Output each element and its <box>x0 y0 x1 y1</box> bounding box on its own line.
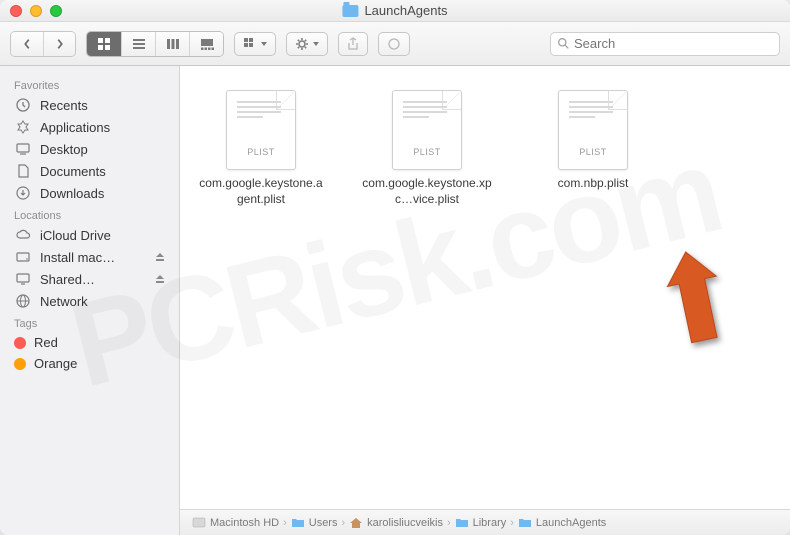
documents-icon <box>14 163 32 179</box>
path-item[interactable]: Macintosh HD <box>192 517 279 529</box>
file-name-label: com.google.keystone.agent.plist <box>196 176 326 207</box>
minimize-button[interactable] <box>30 5 42 17</box>
traffic-lights <box>10 5 62 17</box>
group-by-button[interactable] <box>234 32 276 56</box>
sidebar-item-install[interactable]: Install mac… <box>0 246 179 268</box>
tag-dot-icon <box>14 337 26 349</box>
window-title: LaunchAgents <box>364 3 447 18</box>
sidebar-item-label: iCloud Drive <box>40 228 111 243</box>
sidebar-item-label: Red <box>34 335 58 350</box>
search-input[interactable] <box>574 36 773 51</box>
sidebar: Favorites Recents Applications Desktop D… <box>0 66 180 535</box>
view-list-button[interactable] <box>121 32 155 56</box>
sidebar-item-label: Network <box>40 294 88 309</box>
sidebar-item-network[interactable]: Network <box>0 290 179 312</box>
sidebar-item-label: Desktop <box>40 142 88 157</box>
folder-icon <box>291 517 305 529</box>
forward-button[interactable] <box>43 32 75 56</box>
search-icon <box>557 37 570 50</box>
sidebar-item-label: Shared… <box>40 272 95 287</box>
globe-icon <box>14 293 32 309</box>
apps-icon <box>14 119 32 135</box>
sidebar-section-tags: Tags <box>0 312 179 332</box>
nav-group <box>10 31 76 57</box>
close-button[interactable] <box>10 5 22 17</box>
folder-icon <box>455 517 469 529</box>
path-item[interactable]: LaunchAgents <box>518 517 606 529</box>
sidebar-item-label: Orange <box>34 356 77 371</box>
path-bar: Macintosh HD › Users › karolisliucveikis… <box>180 509 790 535</box>
plist-file-icon: PLIST <box>558 90 628 170</box>
sidebar-item-label: Downloads <box>40 186 104 201</box>
annotation-arrow-icon <box>660 246 740 356</box>
home-icon <box>349 517 363 529</box>
downloads-icon <box>14 185 32 201</box>
file-item[interactable]: PLIST com.google.keystone.agent.plist <box>196 90 326 207</box>
sidebar-item-recents[interactable]: Recents <box>0 94 179 116</box>
window-title-area: LaunchAgents <box>342 3 447 18</box>
disk-icon <box>14 249 32 265</box>
maximize-button[interactable] <box>50 5 62 17</box>
finder-body: Favorites Recents Applications Desktop D… <box>0 66 790 535</box>
chevron-right-icon: › <box>341 517 345 529</box>
chevron-right-icon: › <box>283 517 287 529</box>
folder-icon <box>342 5 358 17</box>
back-button[interactable] <box>11 32 43 56</box>
plist-file-icon: PLIST <box>226 90 296 170</box>
cloud-icon <box>14 227 32 243</box>
view-switcher <box>86 31 224 57</box>
sidebar-item-label: Applications <box>40 120 110 135</box>
titlebar: LaunchAgents <box>0 0 790 22</box>
tags-button[interactable] <box>378 32 410 56</box>
view-icon-button[interactable] <box>87 32 121 56</box>
chevron-down-icon <box>313 42 319 46</box>
sidebar-section-locations: Locations <box>0 204 179 224</box>
sidebar-item-label: Install mac… <box>40 250 115 265</box>
file-grid[interactable]: PLIST com.google.keystone.agent.plist PL… <box>180 66 790 509</box>
path-item[interactable]: Users <box>291 517 338 529</box>
tag-dot-icon <box>14 358 26 370</box>
view-column-button[interactable] <box>155 32 189 56</box>
finder-window: LaunchAgents <box>0 0 790 535</box>
chevron-right-icon: › <box>510 517 514 529</box>
sidebar-item-documents[interactable]: Documents <box>0 160 179 182</box>
path-item[interactable]: karolisliucveikis <box>349 517 443 529</box>
file-item[interactable]: PLIST com.nbp.plist <box>528 90 658 192</box>
folder-icon <box>518 517 532 529</box>
sidebar-section-favorites: Favorites <box>0 74 179 94</box>
view-gallery-button[interactable] <box>189 32 223 56</box>
screen-icon <box>14 271 32 287</box>
share-button[interactable] <box>338 32 368 56</box>
action-button[interactable] <box>286 32 328 56</box>
content-area: PLIST com.google.keystone.agent.plist PL… <box>180 66 790 535</box>
sidebar-item-downloads[interactable]: Downloads <box>0 182 179 204</box>
file-item[interactable]: PLIST com.google.keystone.xpc…vice.plist <box>362 90 492 207</box>
eject-icon[interactable] <box>155 250 165 265</box>
sidebar-item-label: Recents <box>40 98 88 113</box>
disk-icon <box>192 517 206 529</box>
toolbar <box>0 22 790 66</box>
sidebar-item-desktop[interactable]: Desktop <box>0 138 179 160</box>
chevron-down-icon <box>261 42 267 46</box>
sidebar-item-applications[interactable]: Applications <box>0 116 179 138</box>
path-item[interactable]: Library <box>455 517 507 529</box>
eject-icon[interactable] <box>155 272 165 287</box>
desktop-icon <box>14 141 32 157</box>
search-field[interactable] <box>550 32 780 56</box>
file-name-label: com.nbp.plist <box>558 176 629 192</box>
chevron-right-icon: › <box>447 517 451 529</box>
sidebar-item-shared[interactable]: Shared… <box>0 268 179 290</box>
file-name-label: com.google.keystone.xpc…vice.plist <box>362 176 492 207</box>
sidebar-tag-orange[interactable]: Orange <box>0 353 179 374</box>
sidebar-tag-red[interactable]: Red <box>0 332 179 353</box>
plist-file-icon: PLIST <box>392 90 462 170</box>
sidebar-item-icloud[interactable]: iCloud Drive <box>0 224 179 246</box>
clock-icon <box>14 97 32 113</box>
sidebar-item-label: Documents <box>40 164 106 179</box>
